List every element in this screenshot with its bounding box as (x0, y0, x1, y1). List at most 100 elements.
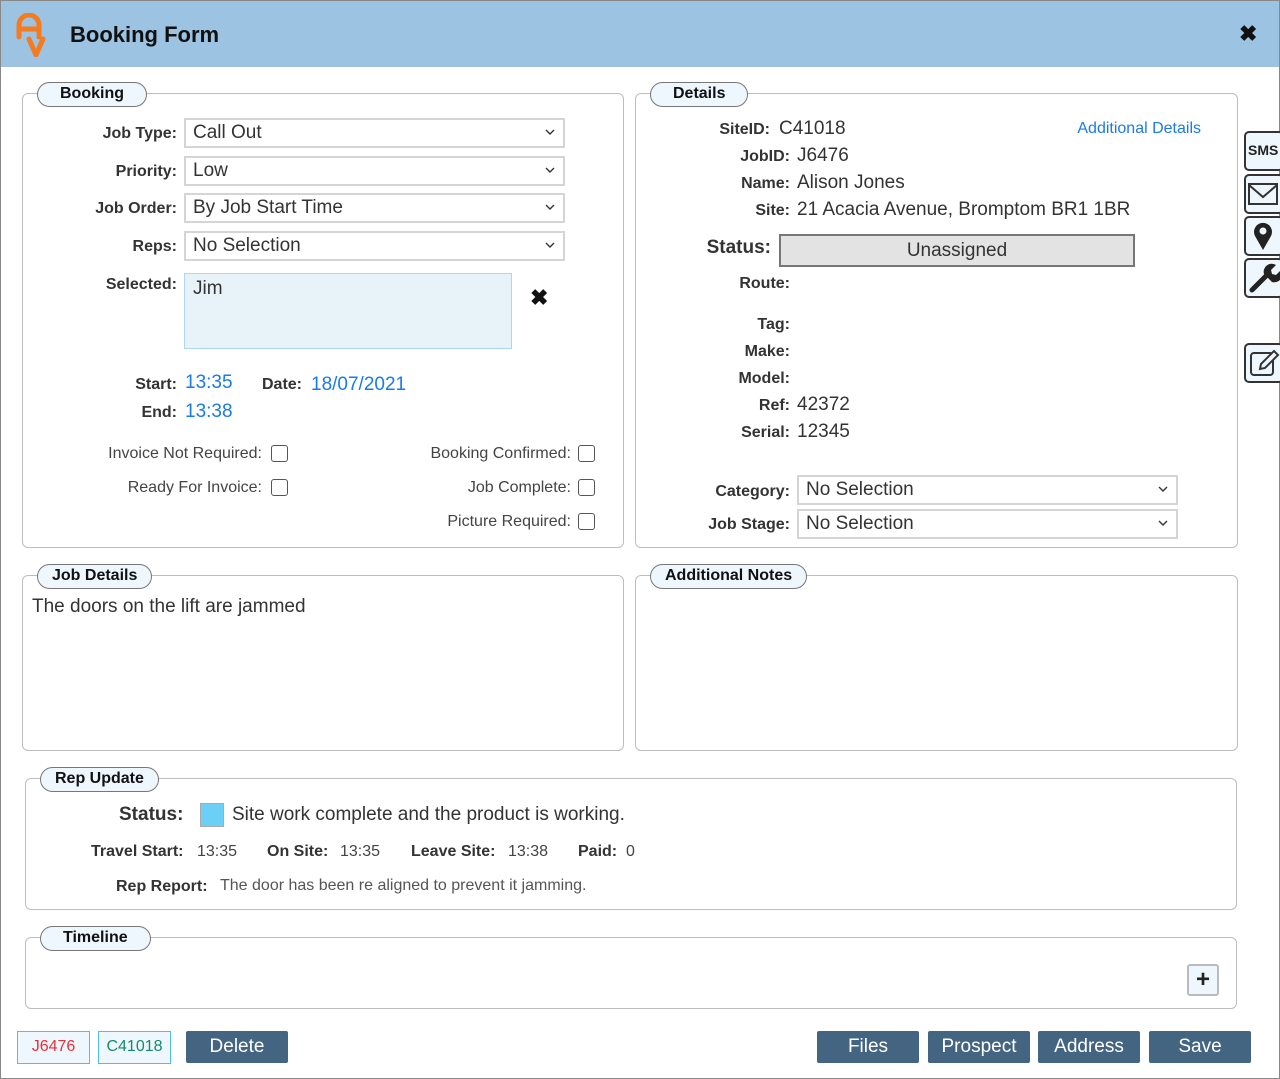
job-id-label: JobID: (740, 148, 790, 165)
site-id-label: SiteID: (719, 121, 770, 138)
rep-status-text: Site work complete and the product is wo… (232, 804, 625, 825)
invoice-not-required-checkbox[interactable] (271, 445, 288, 462)
reps-label: Reps: (132, 238, 177, 255)
files-button[interactable]: Files (817, 1031, 919, 1063)
date-value[interactable]: 18/07/2021 (311, 374, 406, 396)
job-details-panel: Job Details The doors on the lift are ja… (22, 564, 624, 751)
rep-update-legend: Rep Update (40, 767, 159, 792)
status-label: Status: (706, 237, 771, 258)
site-id-tag[interactable]: C41018 (98, 1031, 171, 1064)
plus-icon: + (1195, 966, 1210, 993)
map-pin-icon (1254, 222, 1272, 250)
travel-start-value: 13:35 (197, 843, 238, 860)
tools-button[interactable] (1244, 258, 1280, 298)
picture-required-checkbox[interactable] (578, 513, 595, 530)
clear-selected-icon[interactable]: ✖ (530, 285, 548, 311)
booking-confirmed-label: Booking Confirmed: (430, 445, 571, 462)
serial-label: Serial: (741, 424, 790, 441)
delete-button[interactable]: Delete (186, 1031, 288, 1063)
end-label: End: (141, 404, 177, 421)
rep-status-label: Status: (119, 804, 184, 825)
priority-label: Priority: (115, 163, 177, 180)
selected-label: Selected: (105, 276, 177, 293)
envelope-icon (1248, 183, 1278, 205)
timeline-legend: Timeline (40, 926, 151, 951)
site-id-value: C41018 (779, 118, 846, 139)
tag-label: Tag: (757, 316, 790, 333)
job-details-legend: Job Details (37, 564, 153, 589)
additional-details-link[interactable]: Additional Details (1077, 120, 1201, 138)
save-button[interactable]: Save (1149, 1031, 1251, 1063)
ref-value: 42372 (797, 394, 850, 415)
date-label: Date: (262, 376, 303, 393)
rep-update-panel: Rep Update Status: Site work complete an… (25, 767, 1237, 910)
ready-for-invoice-checkbox[interactable] (271, 479, 288, 496)
job-stage-label: Job Stage: (708, 516, 790, 533)
invoice-not-required-label: Invoice Not Required: (108, 445, 262, 462)
ready-for-invoice-label: Ready For Invoice: (127, 479, 262, 496)
priority-select[interactable]: Low (184, 156, 565, 186)
paid-value: 0 (626, 843, 635, 860)
reps-value: No Selection (193, 235, 301, 256)
end-time[interactable]: 13:38 (185, 401, 233, 423)
title-bar: Booking Form ✖ (1, 1, 1279, 67)
timeline-panel: Timeline + (25, 926, 1237, 1009)
booking-panel: Booking Job Type: Call Out Priority: Low… (22, 82, 624, 548)
site-label: Site: (755, 202, 790, 219)
sms-label: SMS (1248, 142, 1279, 158)
on-site-value: 13:35 (340, 843, 381, 860)
booking-confirmed-checkbox[interactable] (578, 445, 595, 462)
category-select[interactable]: No Selection (797, 475, 1178, 505)
add-timeline-button[interactable]: + (1187, 964, 1219, 996)
chevron-down-icon (1158, 486, 1168, 492)
start-time[interactable]: 13:35 (185, 372, 233, 394)
ref-label: Ref: (758, 397, 790, 414)
rep-status-color-swatch (200, 803, 224, 827)
window-title: Booking Form (70, 22, 220, 47)
chevron-down-icon (545, 242, 555, 248)
address-button[interactable]: Address (1038, 1031, 1140, 1063)
name-value: Alison Jones (797, 172, 905, 193)
picture-required-label: Picture Required: (447, 513, 571, 530)
email-button[interactable] (1244, 174, 1280, 214)
app-logo-icon (16, 13, 46, 57)
paid-label: Paid: (578, 843, 618, 860)
job-order-value: By Job Start Time (193, 197, 343, 218)
job-id-value: J6476 (797, 145, 849, 166)
category-value: No Selection (806, 479, 914, 500)
location-button[interactable] (1244, 216, 1280, 256)
job-complete-checkbox[interactable] (578, 479, 595, 496)
status-badge: Unassigned (779, 234, 1135, 267)
chevron-down-icon (545, 129, 555, 135)
chevron-down-icon (545, 204, 555, 210)
edit-button[interactable] (1244, 343, 1280, 383)
sms-button[interactable]: SMS (1244, 131, 1280, 171)
job-order-select[interactable]: By Job Start Time (184, 193, 565, 223)
model-label: Model: (738, 370, 790, 387)
additional-notes-textarea[interactable] (645, 596, 1225, 746)
edit-icon (1250, 349, 1280, 376)
serial-value: 12345 (797, 421, 850, 442)
chevron-down-icon (1158, 520, 1168, 526)
leave-site-value: 13:38 (508, 843, 549, 860)
close-icon[interactable]: ✖ (1239, 23, 1261, 45)
reps-select[interactable]: No Selection (184, 231, 565, 261)
job-type-select[interactable]: Call Out (184, 118, 565, 148)
route-label: Route: (739, 275, 790, 292)
booking-legend: Booking (37, 82, 147, 107)
category-label: Category: (715, 483, 790, 500)
details-panel: Details Additional Details SiteID: C4101… (635, 82, 1238, 548)
prospect-button[interactable]: Prospect (928, 1031, 1030, 1063)
selected-reps-list[interactable]: Jim (184, 273, 512, 349)
priority-value: Low (193, 160, 228, 181)
job-order-label: Job Order: (95, 200, 177, 217)
rep-report-label: Rep Report: (116, 878, 208, 895)
job-type-value: Call Out (193, 122, 262, 143)
job-id-tag[interactable]: J6476 (17, 1031, 90, 1064)
additional-notes-panel: Additional Notes (635, 564, 1238, 751)
site-value: 21 Acacia Avenue, Bromptom BR1 1BR (797, 199, 1131, 220)
selected-rep-item[interactable]: Jim (193, 278, 223, 299)
rep-report-value: The door has been re aligned to prevent … (220, 877, 587, 894)
job-details-textarea[interactable]: The doors on the lift are jammed (32, 596, 612, 746)
job-stage-select[interactable]: No Selection (797, 509, 1178, 539)
